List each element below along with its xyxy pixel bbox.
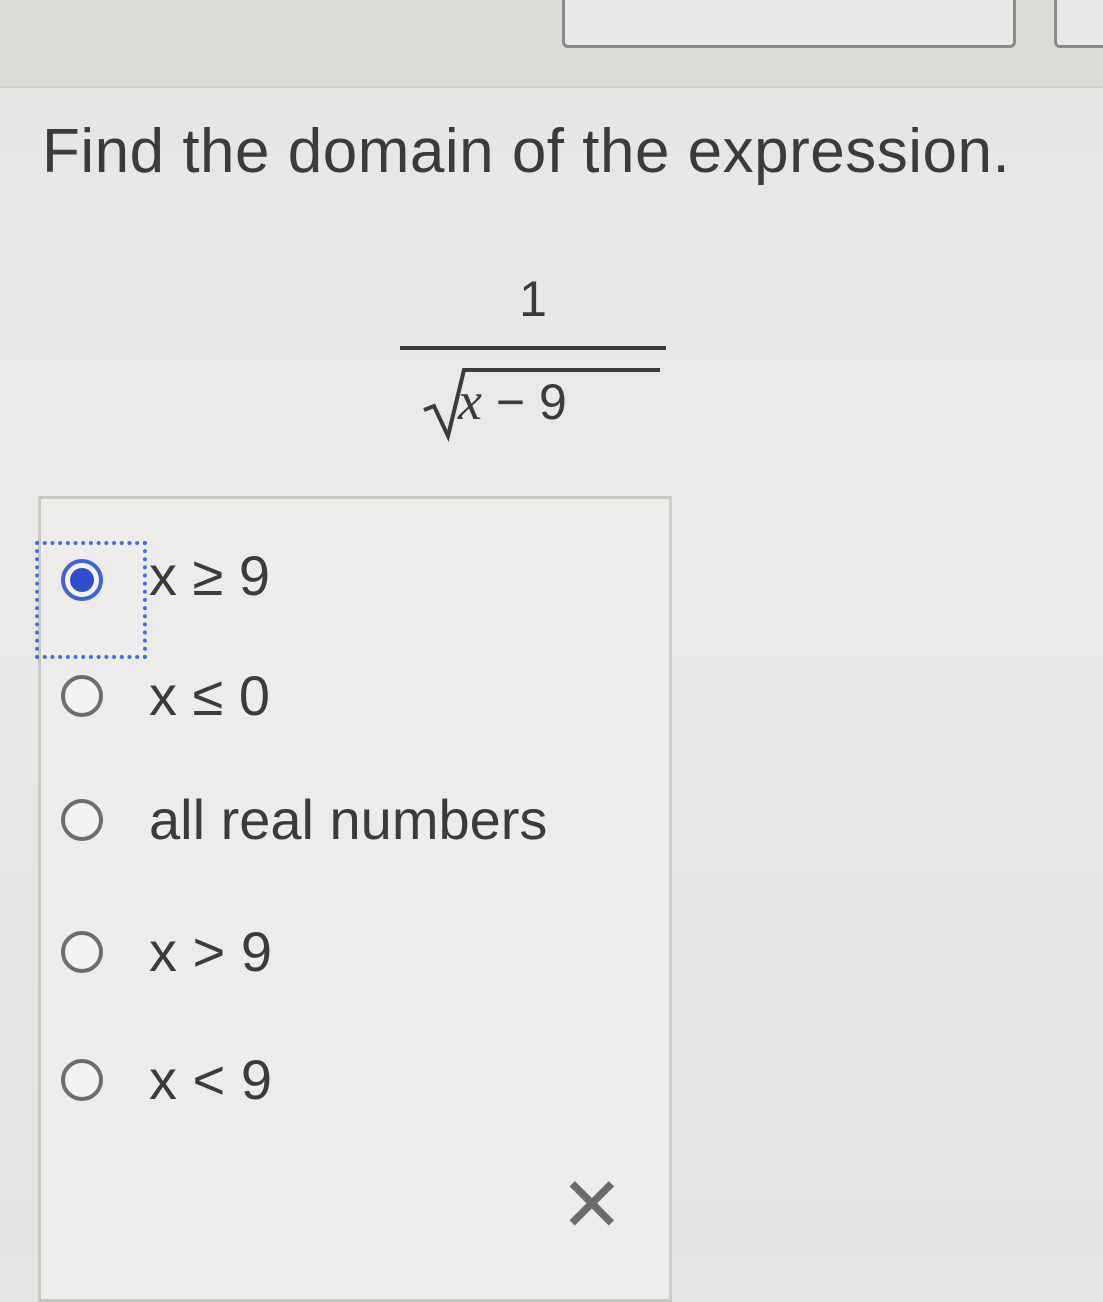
radio-button-selected[interactable] <box>61 559 103 601</box>
option-label: all real numbers <box>149 788 548 851</box>
fraction-bar <box>400 346 666 350</box>
radio-button[interactable] <box>61 675 103 717</box>
secondary-input-box[interactable] <box>1054 0 1103 48</box>
question-prompt: Find the domain of the expression. <box>42 117 1011 186</box>
radio-button[interactable] <box>61 1059 103 1101</box>
radio-button[interactable] <box>61 799 103 841</box>
answer-input-box[interactable] <box>562 0 1016 48</box>
option-x-geq-9[interactable]: x ≥ 9 <box>35 535 641 659</box>
option-label: x ≥ 9 <box>149 544 270 607</box>
option-label: x < 9 <box>149 1048 272 1111</box>
option-x-lt-9[interactable]: x < 9 <box>41 1048 641 1135</box>
math-expression: 1 x − 9 <box>400 270 666 450</box>
radicand: x − 9 <box>458 370 567 432</box>
radicand-constant: − 9 <box>481 374 567 430</box>
top-toolbar-strip <box>0 0 1103 88</box>
option-all-real-numbers[interactable]: all real numbers <box>41 788 641 875</box>
fraction-numerator: 1 <box>519 271 547 327</box>
option-x-gt-9[interactable]: x > 9 <box>41 920 641 1007</box>
radio-button[interactable] <box>61 931 103 973</box>
option-x-leq-0[interactable]: x ≤ 0 <box>41 664 641 751</box>
incorrect-x-icon: ✕ <box>560 1163 624 1248</box>
option-label: x ≤ 0 <box>149 664 270 727</box>
radicand-variable: x <box>458 371 482 431</box>
option-label: x > 9 <box>149 920 272 983</box>
focus-indicator <box>35 541 147 659</box>
